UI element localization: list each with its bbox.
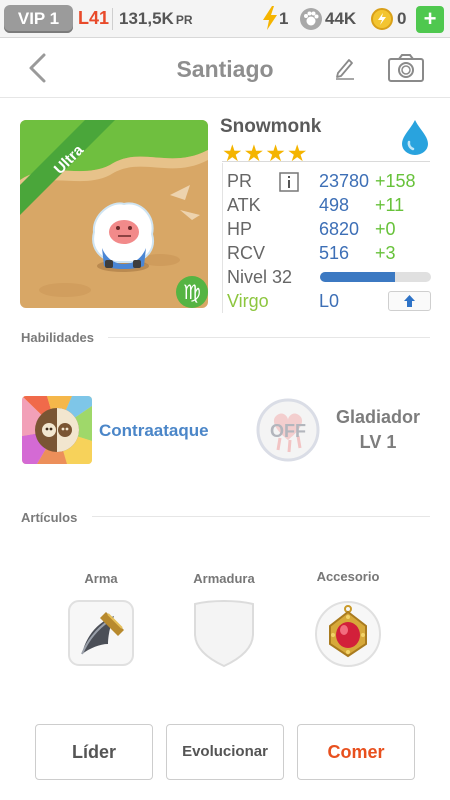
passive-skill-level: LV 1 [359,432,397,452]
water-element-icon [402,120,428,155]
level-label: Nivel 32 [227,267,293,287]
divider [222,161,430,162]
skill-illustration [22,396,92,464]
power-rating: 131,5K PR [119,9,193,29]
eat-button[interactable]: Comer [297,724,415,780]
weapon-label: Arma [84,571,118,586]
page-header: Santiago [0,38,450,98]
paw-icon [300,8,322,30]
evolve-button[interactable]: Evolucionar [166,724,284,780]
zodiac-virgo-icon: ♍ [183,280,201,304]
stat-bonus-atk: +11 [375,195,405,215]
add-currency-button[interactable]: + [416,6,444,33]
stat-label-atk: ATK [227,195,261,215]
pet-portrait[interactable]: Ultra ♍ [20,120,208,308]
weapon-slot[interactable] [68,600,134,666]
power-unit: PR [175,13,193,27]
energy-count: 1 [279,9,289,28]
stat-bonus-pr: +158 [375,171,416,191]
coin-icon [371,8,393,30]
skills-section-title: Habilidades [21,330,94,345]
stat-bonus-rcv: +3 [375,243,396,263]
stat-value-rcv: 516 [319,243,350,263]
accessory-label: Accesorio [316,569,380,584]
armor-slot[interactable] [191,598,257,668]
passive-skill-info: Gladiador LV 1 [322,405,434,455]
zodiac-level: L0 [319,291,340,311]
stat-bonus-hp: +0 [375,219,396,239]
stat-value-atk: 498 [319,195,350,215]
zodiac-sign: Virgo [227,291,269,311]
camera-icon[interactable] [387,53,425,83]
coin-count: 0 [397,9,407,28]
info-icon[interactable] [279,172,299,192]
stat-label-hp: HP [227,219,253,239]
pencil-icon[interactable] [334,56,356,80]
stat-label-rcv: RCV [227,243,266,263]
divider [112,8,113,30]
page-title: Santiago [176,56,274,82]
skill-counterattack-icon[interactable] [22,396,92,464]
armor-label: Armadura [193,571,255,586]
arrow-up-icon [404,295,415,307]
level-progress-fill [320,272,396,282]
passive-skill-name: Gladiador [335,407,420,427]
stat-value-hp: 6820 [319,219,360,239]
vip-badge[interactable]: VIP 1 [4,5,73,33]
status-bar: VIP 1 L41 131,5K PR 1 44K 0 + [0,0,450,38]
pet-illustration: Ultra ♍ [20,120,208,308]
leader-button[interactable]: Líder [35,724,153,780]
stat-label-pr: PR [227,171,253,191]
pet-name: Snowmonk [220,116,322,137]
stat-value-pr: 23780 [319,171,370,191]
player-level: L41 [78,8,110,28]
upgrade-sign-button[interactable] [388,291,431,311]
divider [92,516,430,517]
skill-name[interactable]: Contraataque [99,421,209,441]
lightning-icon [263,6,277,30]
off-label: OFF [270,421,306,441]
divider [108,337,430,338]
paw-currency: 44K [325,9,357,28]
level-progress-bar [320,272,431,282]
power-value: 131,5K [119,9,174,28]
passive-skill-off-icon[interactable]: OFF [256,398,320,462]
accessory-slot[interactable] [314,600,382,668]
items-section-title: Artículos [21,510,78,525]
